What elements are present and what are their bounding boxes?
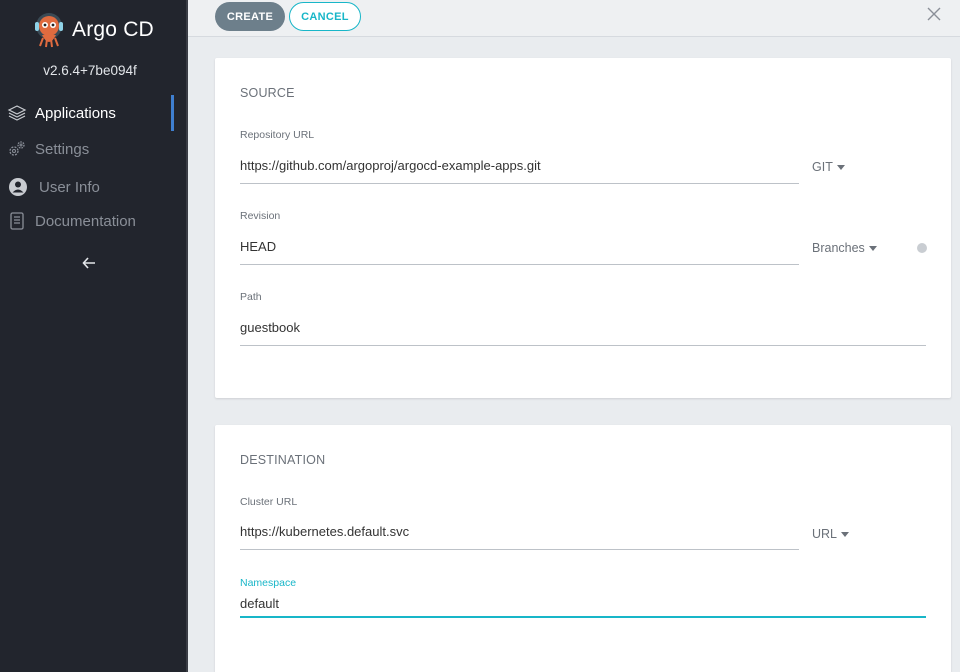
- layers-icon: [6, 102, 28, 124]
- section-title: SOURCE: [240, 86, 295, 100]
- source-section: SOURCE Repository URL GIT Revision Branc…: [215, 58, 951, 398]
- sidebar-item-label: Applications: [35, 104, 116, 122]
- collapse-sidebar-button[interactable]: [78, 252, 100, 274]
- gears-icon: [6, 138, 28, 160]
- namespace-label: Namespace: [240, 577, 297, 589]
- argo-logo-icon: [35, 13, 63, 48]
- help-icon[interactable]: [917, 243, 927, 253]
- sidebar-item-label: Settings: [35, 140, 90, 158]
- revision-type-dropdown[interactable]: Branches: [812, 241, 877, 255]
- destination-section: DESTINATION Cluster URL URL Namespace: [215, 425, 951, 672]
- repo-type-dropdown[interactable]: GIT: [812, 160, 845, 174]
- arrow-left-icon: [82, 257, 95, 269]
- repo-url-label: Repository URL: [240, 129, 315, 141]
- active-indicator: [171, 95, 174, 131]
- app-name: Argo CD: [72, 18, 154, 41]
- cluster-url-input[interactable]: [240, 514, 799, 550]
- user-circle-icon: [7, 176, 29, 198]
- cluster-type-dropdown[interactable]: URL: [812, 527, 850, 541]
- repo-type-value: GIT: [812, 160, 833, 174]
- brand[interactable]: Argo CD: [32, 10, 154, 50]
- book-icon: [6, 210, 28, 232]
- caret-down-icon: [868, 245, 877, 251]
- cluster-type-value: URL: [812, 527, 838, 541]
- namespace-input[interactable]: [240, 591, 926, 618]
- revision-type-value: Branches: [812, 241, 865, 255]
- sidebar-item-label: Documentation: [35, 212, 136, 230]
- caret-down-icon: [836, 164, 845, 170]
- sidebar-divider: [186, 0, 188, 672]
- path-input[interactable]: [240, 310, 926, 346]
- cluster-url-label: Cluster URL: [240, 496, 298, 508]
- sidebar-item-applications[interactable]: Applications: [0, 95, 186, 131]
- create-button[interactable]: CREATE: [215, 2, 285, 31]
- sidebar-item-settings[interactable]: Settings: [0, 131, 186, 167]
- revision-input[interactable]: [240, 229, 799, 265]
- sidebar: Argo CD v2.6.4+7be094f Applications Sett…: [0, 0, 188, 672]
- sidebar-item-user-info[interactable]: User Info: [0, 169, 186, 205]
- section-title: DESTINATION: [240, 453, 326, 467]
- sidebar-item-documentation[interactable]: Documentation: [0, 203, 186, 239]
- cancel-button[interactable]: CANCEL: [289, 2, 361, 31]
- app-version: v2.6.4+7be094f: [43, 63, 137, 78]
- repo-url-input[interactable]: [240, 148, 799, 184]
- close-icon[interactable]: [926, 6, 942, 22]
- panel-toolbar: CREATE CANCEL: [188, 0, 960, 37]
- revision-label: Revision: [240, 210, 281, 222]
- path-label: Path: [240, 291, 262, 303]
- sidebar-item-label: User Info: [39, 178, 100, 196]
- caret-down-icon: [841, 531, 850, 537]
